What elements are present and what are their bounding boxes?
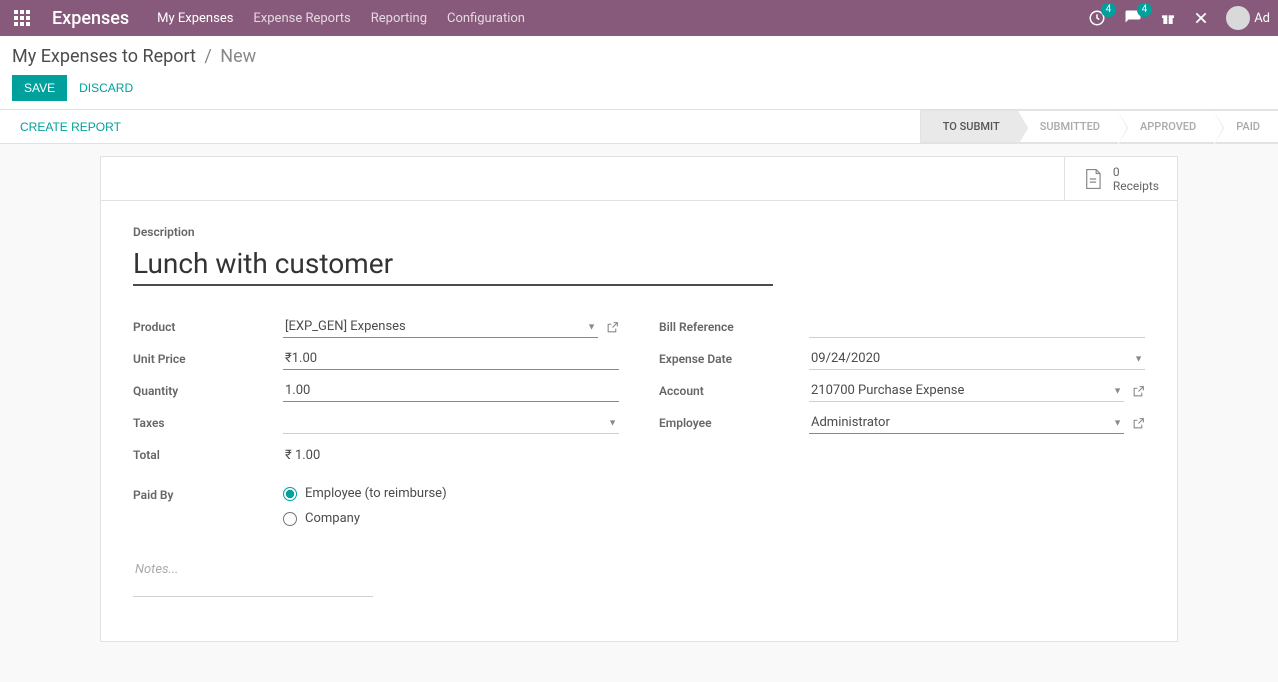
external-link-icon[interactable] (1132, 417, 1145, 430)
expense-date-label: Expense Date (659, 352, 809, 366)
expense-date-input[interactable] (809, 348, 1145, 370)
receipts-count: 0 (1113, 165, 1159, 179)
close-icon[interactable] (1194, 11, 1208, 25)
status-submitted[interactable]: SUBMITTED (1018, 110, 1118, 143)
product-input[interactable] (283, 316, 598, 338)
nav-reporting[interactable]: Reporting (371, 11, 427, 26)
bill-reference-input[interactable] (809, 316, 1145, 338)
external-link-icon[interactable] (606, 321, 619, 334)
status-approved[interactable]: APPROVED (1118, 110, 1214, 143)
unit-price-label: Unit Price (133, 352, 283, 366)
document-icon (1083, 168, 1103, 190)
total-value: ₹ 1.00 (283, 445, 322, 466)
account-label: Account (659, 384, 809, 398)
breadcrumb-root[interactable]: My Expenses to Report (12, 46, 196, 67)
status-to-submit[interactable]: TO SUBMIT (920, 110, 1018, 143)
paid-by-employee-option[interactable]: Employee (to reimburse) (283, 486, 447, 501)
account-input[interactable] (809, 380, 1124, 402)
unit-price-input[interactable] (283, 348, 619, 370)
quantity-label: Quantity (133, 384, 283, 398)
create-report-button[interactable]: CREATE REPORT (20, 120, 121, 134)
paid-by-company-label: Company (305, 511, 360, 526)
receipts-label: Receipts (1113, 179, 1159, 193)
quantity-input[interactable] (283, 380, 619, 402)
discard-button[interactable]: DISCARD (79, 81, 133, 95)
nav-expense-reports[interactable]: Expense Reports (253, 11, 350, 26)
nav-configuration[interactable]: Configuration (447, 11, 525, 26)
activity-badge: 4 (1101, 3, 1117, 17)
paid-by-label: Paid By (133, 486, 283, 502)
employee-label: Employee (659, 416, 809, 430)
gift-icon[interactable] (1160, 10, 1176, 26)
user-label: Ad (1254, 11, 1270, 26)
messages-badge: 4 (1137, 3, 1153, 17)
right-column: Bill Reference Expense Date ▼ Accoun (659, 314, 1145, 601)
status-bar: TO SUBMIT SUBMITTED APPROVED PAID (920, 110, 1278, 143)
left-column: Product ▼ Unit Price (133, 314, 619, 601)
bill-reference-label: Bill Reference (659, 320, 809, 334)
brand-title: Expenses (52, 8, 129, 29)
description-input[interactable] (133, 243, 773, 286)
description-label: Description (133, 225, 1145, 239)
receipts-button[interactable]: 0 Receipts (1064, 157, 1177, 200)
form-body: Description Product ▼ (101, 201, 1177, 641)
form-sheet: 0 Receipts Description Product ▼ (100, 156, 1178, 642)
top-nav: Expenses My Expenses Expense Reports Rep… (0, 0, 1278, 36)
header-actions: SAVE DISCARD (12, 75, 1266, 109)
form-wrapper: 0 Receipts Description Product ▼ (0, 144, 1278, 682)
nav-links: My Expenses Expense Reports Reporting Co… (157, 11, 525, 26)
breadcrumb-current: New (220, 46, 256, 67)
avatar (1226, 6, 1250, 30)
secondary-bar: CREATE REPORT TO SUBMIT SUBMITTED APPROV… (0, 110, 1278, 144)
page-header: My Expenses to Report / New SAVE DISCARD (0, 36, 1278, 110)
breadcrumb-sep: / (204, 46, 211, 67)
activity-icon[interactable]: 4 (1088, 9, 1106, 27)
external-link-icon[interactable] (1132, 385, 1145, 398)
form-topbar: 0 Receipts (101, 157, 1177, 201)
nav-my-expenses[interactable]: My Expenses (157, 11, 233, 26)
save-button[interactable]: SAVE (12, 75, 67, 101)
total-label: Total (133, 448, 283, 462)
apps-icon[interactable] (12, 8, 32, 28)
paid-by-employee-label: Employee (to reimburse) (305, 486, 447, 501)
taxes-label: Taxes (133, 416, 283, 430)
taxes-input[interactable] (283, 412, 619, 434)
breadcrumb: My Expenses to Report / New (12, 46, 1266, 67)
messages-icon[interactable]: 4 (1124, 9, 1142, 27)
paid-by-company-option[interactable]: Company (283, 511, 447, 526)
nav-right: 4 4 Ad (1088, 6, 1270, 30)
user-menu[interactable]: Ad (1226, 6, 1270, 30)
employee-input[interactable] (809, 412, 1124, 434)
paid-by-employee-radio[interactable] (283, 487, 297, 501)
paid-by-company-radio[interactable] (283, 512, 297, 526)
notes-textarea[interactable] (133, 558, 373, 597)
product-label: Product (133, 320, 283, 334)
